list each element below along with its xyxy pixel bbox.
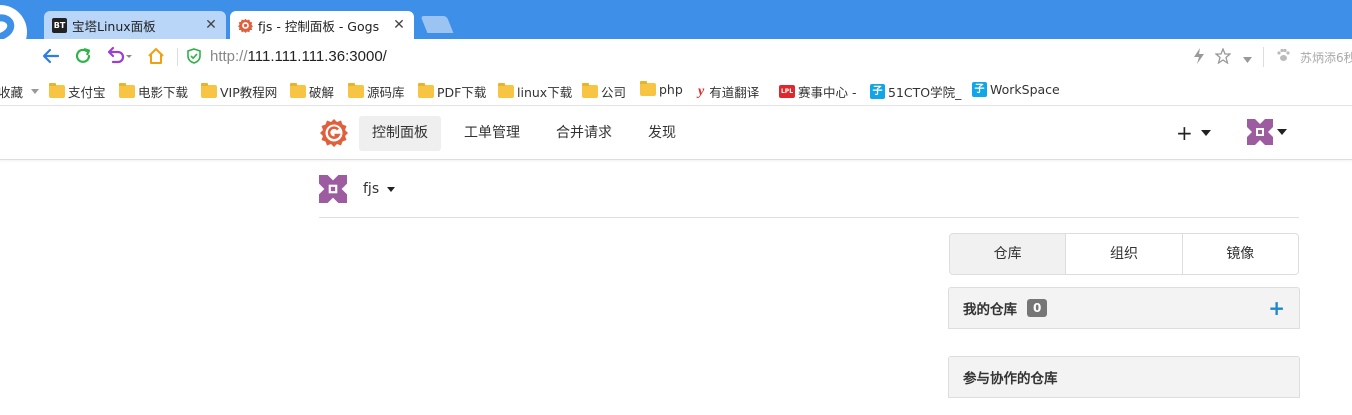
bookmark-item[interactable]: 破解	[290, 82, 334, 101]
user-avatar-dropdown[interactable]	[1247, 119, 1287, 145]
create-new-dropdown[interactable]: +	[1176, 121, 1211, 145]
avatar	[319, 175, 347, 203]
collab-repos-title: 参与协作的仓库	[963, 371, 1058, 387]
folder-icon	[201, 83, 217, 98]
bookmark-item[interactable]: 支付宝	[49, 82, 106, 101]
51cto-icon: 子	[870, 84, 885, 99]
bookmark-label: 51CTO学院_	[888, 85, 962, 100]
avatar	[1247, 119, 1273, 145]
lpl-icon: LPL	[779, 85, 795, 98]
browser-tab-strip: BT 宝塔Linux面板 ✕ fjs - 控制面板 - Gogs ✕	[0, 0, 1352, 59]
bookmark-label: 破解	[309, 85, 335, 100]
repo-type-tabs: 仓库 组织 镜像	[949, 233, 1299, 275]
tab-gogs[interactable]: fjs - 控制面板 - Gogs ✕	[230, 11, 414, 39]
bookmark-label: 有道翻译	[709, 85, 760, 100]
bookmark-item[interactable]: 公司	[582, 82, 626, 101]
context-switcher[interactable]: fjs	[319, 175, 396, 203]
bt-icon: BT	[52, 17, 67, 33]
my-repos-title: 我的仓库	[963, 302, 1017, 318]
refresh-icon[interactable]	[72, 45, 94, 67]
url-text[interactable]: http://111.111.111.36:3000/	[210, 48, 387, 65]
new-tab-button[interactable]	[420, 16, 454, 33]
chevron-down-icon[interactable]	[1243, 52, 1252, 67]
paw-icon[interactable]	[1276, 48, 1290, 66]
toolbar-divider	[177, 48, 178, 66]
home-icon[interactable]	[145, 45, 167, 67]
bookmark-label: VIP教程网	[220, 85, 278, 100]
tab-title: fjs - 控制面板 - Gogs	[258, 18, 380, 34]
nav-explore[interactable]: 发现	[635, 116, 689, 151]
bookmark-label: WorkSpace	[990, 82, 1060, 97]
folder-icon	[640, 81, 656, 96]
tab-organizations[interactable]: 组织	[1066, 234, 1183, 274]
plus-icon: +	[1176, 121, 1193, 145]
bookmark-item[interactable]: 电影下载	[119, 82, 188, 101]
bookmark-item[interactable]: PDF下载	[418, 82, 486, 101]
gogs-header: 控制面板 工单管理 合并请求 发现 +	[0, 107, 1352, 160]
caret-down-icon	[387, 186, 396, 192]
close-icon[interactable]: ✕	[204, 17, 218, 33]
caret-down-icon	[1277, 129, 1287, 135]
bookmark-item[interactable]: LPL 赛事中心 -	[779, 82, 856, 101]
tab-mirrors[interactable]: 镜像	[1183, 234, 1298, 274]
bookmark-label: 收藏	[0, 85, 24, 100]
gogs-icon	[238, 18, 253, 33]
bookmark-label: 源码库	[367, 85, 405, 100]
folder-icon	[498, 83, 514, 98]
folder-icon	[418, 83, 434, 98]
nav-pull-requests[interactable]: 合并请求	[543, 116, 625, 151]
toolbar-divider	[1263, 47, 1264, 67]
bookmark-item[interactable]: 子 51CTO学院_	[870, 82, 961, 101]
gogs-logo-icon[interactable]	[319, 118, 349, 148]
my-repos-header: 我的仓库 0 +	[948, 287, 1300, 329]
bookmark-label: linux下载	[517, 85, 573, 100]
back-arrow-icon[interactable]	[40, 45, 62, 67]
bookmark-item[interactable]: php	[640, 81, 683, 97]
folder-icon	[348, 83, 364, 98]
youdao-icon: y	[698, 83, 705, 99]
folder-icon	[290, 83, 306, 98]
folder-icon	[119, 83, 135, 98]
tab-repositories[interactable]: 仓库	[950, 234, 1067, 274]
bookmark-label: 公司	[601, 85, 627, 100]
bookmark-label: php	[659, 82, 683, 97]
address-toolbar: http://111.111.111.36:3000/ 苏炳添6秒	[0, 39, 1352, 74]
url-protocol: http://	[210, 47, 248, 65]
repo-count-badge: 0	[1027, 299, 1048, 317]
browser-user-name[interactable]: 苏炳添6秒	[1300, 49, 1352, 66]
bookmark-item[interactable]: y 有道翻译	[698, 82, 759, 101]
close-icon[interactable]: ✕	[392, 17, 406, 33]
caret-down-icon	[1200, 130, 1211, 136]
51cto-icon: 子	[972, 82, 987, 97]
bookmark-label: 电影下载	[138, 85, 189, 100]
context-user-name: fjs	[363, 181, 380, 197]
address-bar[interactable]: http://111.111.111.36:3000/	[186, 45, 387, 67]
bookmark-item[interactable]: 子 WorkSpace	[972, 82, 1060, 97]
chevron-down-icon	[31, 89, 40, 94]
undo-close-icon[interactable]	[104, 45, 134, 67]
bookmark-item[interactable]: 源码库	[348, 82, 405, 101]
tab-title: 宝塔Linux面板	[72, 18, 156, 34]
lightning-icon[interactable]	[1192, 48, 1206, 68]
star-icon[interactable]	[1214, 47, 1232, 68]
bookmarks-bar: 收藏 支付宝 电影下载 VIP教程网 破解 源码库 PDF下载 linux下载 …	[0, 74, 1352, 106]
nav-dashboard[interactable]: 控制面板	[359, 116, 441, 151]
bookmark-favorites-menu[interactable]: 收藏	[0, 82, 40, 101]
collab-repos-header: 参与协作的仓库	[948, 356, 1300, 398]
context-divider	[319, 217, 1299, 218]
tab-baota[interactable]: BT 宝塔Linux面板 ✕	[44, 11, 226, 39]
url-host: 111.111.111.36:3000/	[247, 47, 387, 65]
bookmark-label: 支付宝	[68, 85, 106, 100]
bookmark-label: 赛事中心 -	[798, 85, 857, 100]
folder-icon	[49, 83, 65, 98]
bookmark-item[interactable]: linux下载	[498, 82, 572, 101]
bookmark-item[interactable]: VIP教程网	[201, 82, 277, 101]
nav-issues[interactable]: 工单管理	[451, 116, 533, 151]
folder-icon	[582, 83, 598, 98]
bookmark-label: PDF下载	[437, 85, 487, 100]
secure-shield-icon	[187, 48, 201, 64]
add-repo-button[interactable]: +	[1268, 298, 1285, 318]
